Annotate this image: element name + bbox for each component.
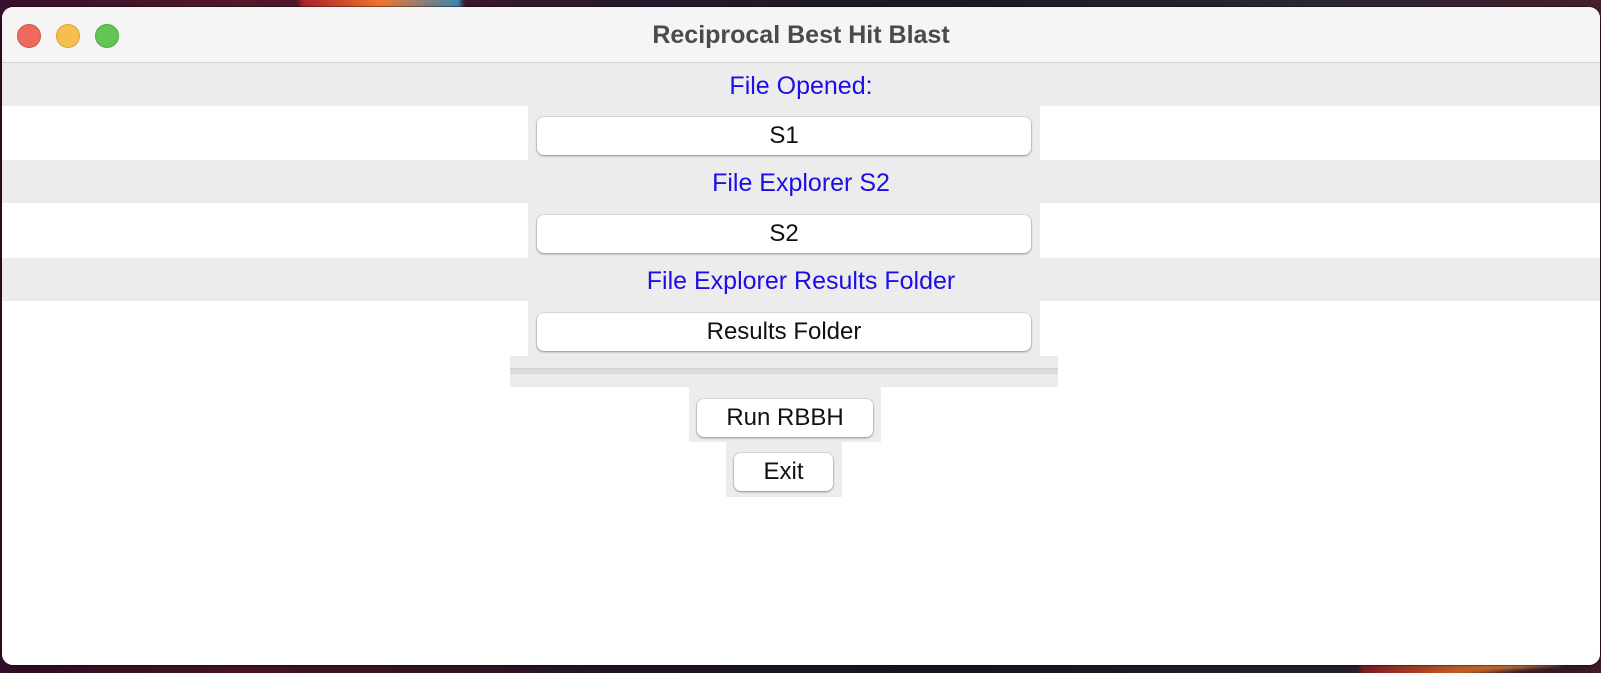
main-content: File Opened: S1 File Explorer S2 S2 File… bbox=[2, 63, 1600, 665]
file-explorer-s2-label: File Explorer S2 bbox=[712, 169, 890, 197]
results-folder-button[interactable]: Results Folder bbox=[537, 313, 1031, 351]
file-explorer-s2-label-band: File Explorer S2 bbox=[2, 160, 1600, 203]
results-folder-label-band: File Explorer Results Folder bbox=[2, 258, 1600, 301]
app-window: Reciprocal Best Hit Blast File Opened: S… bbox=[2, 7, 1600, 665]
s1-button-frame: S1 bbox=[528, 106, 1040, 160]
s2-file-button[interactable]: S2 bbox=[537, 215, 1031, 253]
results-folder-button-frame: Results Folder bbox=[528, 301, 1040, 356]
exit-button[interactable]: Exit bbox=[734, 453, 833, 491]
separator-frame bbox=[510, 356, 1058, 387]
exit-button-frame: Exit bbox=[726, 442, 842, 497]
s2-button-frame: S2 bbox=[528, 203, 1040, 258]
title-bar[interactable]: Reciprocal Best Hit Blast bbox=[2, 7, 1600, 63]
file-opened-label: File Opened: bbox=[729, 72, 873, 100]
horizontal-separator bbox=[510, 368, 1058, 375]
run-rbbh-button[interactable]: Run RBBH bbox=[697, 399, 873, 437]
s1-file-button[interactable]: S1 bbox=[537, 117, 1031, 155]
run-button-frame: Run RBBH bbox=[689, 387, 881, 442]
file-opened-label-band: File Opened: bbox=[2, 63, 1600, 106]
file-explorer-results-folder-label: File Explorer Results Folder bbox=[646, 267, 956, 295]
window-title: Reciprocal Best Hit Blast bbox=[652, 21, 950, 49]
